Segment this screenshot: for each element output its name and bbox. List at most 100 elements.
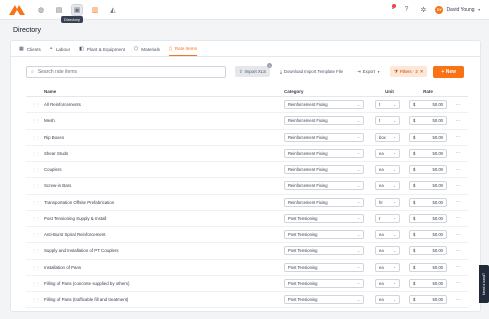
filters-button[interactable]: ⧩ Filters · 2 ✕ [390, 66, 428, 77]
more-options-icon[interactable]: ⋯ [449, 215, 467, 221]
drag-handle-icon[interactable]: ⋮⋮ [26, 118, 44, 123]
home-icon[interactable]: ◍ [36, 5, 46, 15]
settings-gear-icon[interactable]: ✲ [418, 5, 428, 15]
more-options-icon[interactable]: ⋯ [449, 150, 467, 156]
unit-select[interactable]: t ⌄ [375, 213, 400, 223]
unit-select[interactable]: ea ⌄ [375, 246, 400, 256]
user-menu[interactable]: DY David Young ▼ [435, 5, 481, 14]
rate-input[interactable]: $50.00 [409, 100, 447, 110]
brand-logo[interactable] [8, 4, 26, 16]
rate-value: 50.00 [432, 215, 443, 221]
category-select[interactable]: Reinforcement Fixing ⌄ [284, 132, 364, 142]
rate-input[interactable]: $50.00 [409, 278, 447, 288]
category-select[interactable]: Reinforcement Fixing ⌄ [284, 116, 364, 126]
rate-item-name: Screw-in Bars [44, 183, 72, 189]
download-template-button[interactable]: ⤓ Download Import Template File [275, 66, 348, 77]
clear-filters-icon[interactable]: ✕ [420, 69, 424, 75]
new-rate-item-button[interactable]: + New [433, 65, 464, 78]
unit-value: ea [379, 150, 384, 156]
chart-icon[interactable]: ◭ [108, 5, 118, 15]
unit-select[interactable]: ea ⌄ [375, 230, 400, 240]
tab-plant-equipment[interactable]: ◧ Plant & Equipment [79, 46, 125, 56]
rate-input[interactable]: $50.00 [409, 197, 447, 207]
info-badge-icon[interactable]: i [266, 63, 272, 68]
notification-bell-icon[interactable]: ◔ [390, 4, 397, 13]
rate-input[interactable]: $50.00 [409, 262, 447, 272]
import-xls-button[interactable]: ⇪ Import XLS i [234, 63, 272, 77]
more-options-icon[interactable]: ⋯ [449, 297, 467, 303]
tab-clients[interactable]: ▦ Clients [19, 46, 41, 56]
rate-input[interactable]: $50.00 [409, 148, 447, 158]
chevron-down-icon: ⌄ [357, 281, 360, 286]
unit-select[interactable]: ea ⌄ [375, 165, 400, 175]
header-rate[interactable]: Rate [407, 89, 449, 94]
category-select[interactable]: Post Tensioning ⌄ [284, 230, 364, 240]
header-name[interactable]: Name [44, 89, 284, 94]
clients-icon: ▦ [19, 46, 24, 52]
more-options-icon[interactable]: ⋯ [449, 183, 467, 189]
rate-input[interactable]: $50.00 [409, 246, 447, 256]
drag-handle-icon[interactable]: ⋮⋮ [26, 200, 44, 205]
rate-input[interactable]: $50.00 [409, 213, 447, 223]
rate-input[interactable]: $50.00 [409, 230, 447, 240]
unit-select[interactable]: box ⌄ [375, 132, 400, 142]
header-category[interactable]: Category [284, 89, 372, 94]
category-select[interactable]: Reinforcement Fixing ⌄ [284, 100, 364, 110]
unit-select[interactable]: ea ⌄ [375, 295, 400, 305]
category-select[interactable]: Post Tensioning ⌄ [284, 262, 364, 272]
currency-symbol: $ [413, 248, 416, 254]
unit-select[interactable]: ea ⌄ [375, 278, 400, 288]
more-options-icon[interactable]: ⋯ [449, 118, 467, 124]
drag-handle-icon[interactable]: ⋮⋮ [26, 232, 44, 237]
drag-handle-icon[interactable]: ⋮⋮ [26, 167, 44, 172]
unit-select[interactable]: hr ⌄ [375, 197, 400, 207]
rate-input[interactable]: $50.00 [409, 165, 447, 175]
drag-handle-icon[interactable]: ⋮⋮ [26, 265, 44, 270]
search-input[interactable] [37, 68, 218, 75]
drag-handle-icon[interactable]: ⋮⋮ [26, 102, 44, 107]
category-select[interactable]: Reinforcement Fixing ⌄ [284, 197, 364, 207]
unit-select[interactable]: ea ⌄ [375, 262, 400, 272]
unit-select[interactable]: t ⌄ [375, 116, 400, 126]
clipboard-icon[interactable]: ▤ [54, 5, 64, 15]
rate-input[interactable]: $50.00 [409, 181, 447, 191]
help-icon[interactable]: ? [401, 5, 411, 15]
unit-select[interactable]: ea ⌄ [375, 148, 400, 158]
more-options-icon[interactable]: ⋯ [449, 280, 467, 286]
document-icon[interactable]: ▥ [90, 5, 100, 15]
more-options-icon[interactable]: ⋯ [449, 199, 467, 205]
drag-handle-icon[interactable]: ⋮⋮ [26, 135, 44, 140]
tab-rate-items[interactable]: ▯ Rate Items [168, 46, 197, 56]
help-feedback-tab[interactable]: Need a hand? [479, 265, 489, 303]
more-options-icon[interactable]: ⋯ [449, 248, 467, 254]
tab-materials[interactable]: ⬡ Materials [134, 46, 160, 56]
category-select[interactable]: Post Tensioning ⌄ [284, 278, 364, 288]
directory-icon[interactable]: ▣ [71, 3, 83, 16]
drag-handle-icon[interactable]: ⋮⋮ [26, 216, 44, 221]
drag-handle-icon[interactable]: ⋮⋮ [26, 248, 44, 253]
rate-item-name: Mesh [44, 118, 55, 124]
drag-handle-icon[interactable]: ⋮⋮ [26, 183, 44, 188]
rate-input[interactable]: $50.00 [409, 116, 447, 126]
more-options-icon[interactable]: ⋯ [449, 102, 467, 108]
category-select[interactable]: Reinforcement Fixing ⌄ [284, 165, 364, 175]
category-select[interactable]: Reinforcement Fixing ⌄ [284, 181, 364, 191]
more-options-icon[interactable]: ⋯ [449, 232, 467, 238]
category-select[interactable]: Reinforcement Fixing ⌄ [284, 148, 364, 158]
drag-handle-icon[interactable]: ⋮⋮ [26, 151, 44, 156]
header-unit[interactable]: Unit [372, 89, 407, 94]
more-options-icon[interactable]: ⋯ [449, 167, 467, 173]
more-options-icon[interactable]: ⋯ [449, 264, 467, 270]
rate-input[interactable]: $50.00 [409, 295, 447, 305]
tab-labour[interactable]: ◓ Labour [50, 46, 70, 56]
unit-select[interactable]: t ⌄ [375, 100, 400, 110]
more-options-icon[interactable]: ⋯ [449, 134, 467, 140]
unit-select[interactable]: ea ⌄ [375, 181, 400, 191]
category-select[interactable]: Post Tensioning ⌄ [284, 246, 364, 256]
export-button[interactable]: ⇥ Export ▼ [353, 66, 385, 77]
category-select[interactable]: Post Tensioning ⌄ [284, 295, 364, 305]
drag-handle-icon[interactable]: ⋮⋮ [26, 281, 44, 286]
rate-input[interactable]: $50.00 [409, 132, 447, 142]
drag-handle-icon[interactable]: ⋮⋮ [26, 297, 44, 302]
category-select[interactable]: Post Tensioning ⌄ [284, 213, 364, 223]
